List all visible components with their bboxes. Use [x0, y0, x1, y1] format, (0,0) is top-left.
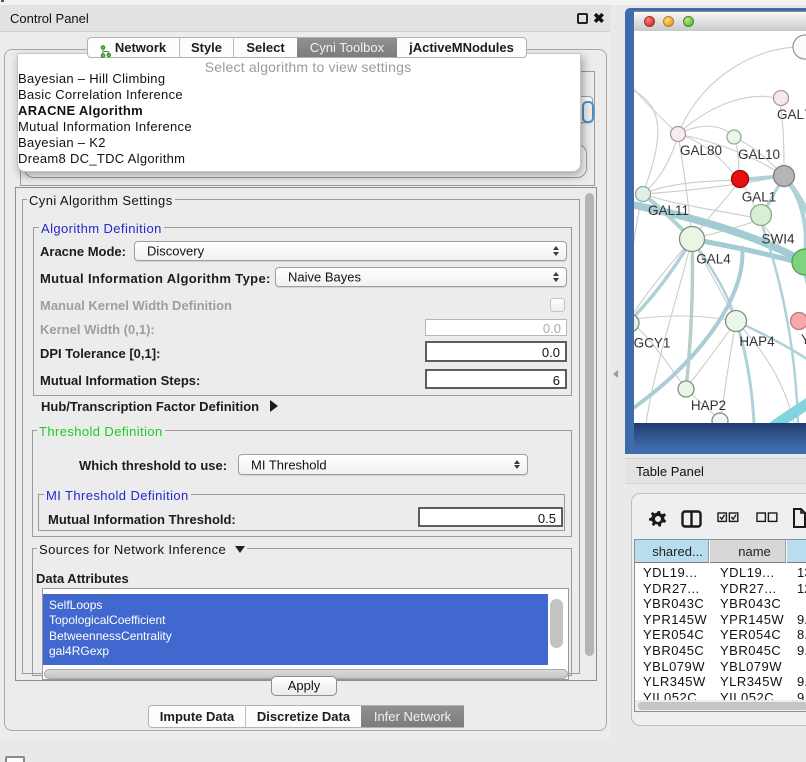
svg-text:HAP2: HAP2: [691, 398, 726, 413]
svg-text:GAL11: GAL11: [648, 203, 689, 218]
svg-text:GCY1: GCY1: [634, 336, 670, 351]
svg-text:HAP4: HAP4: [739, 334, 775, 349]
svg-text:GAL80: GAL80: [680, 143, 722, 158]
svg-text:GAL1: GAL1: [742, 190, 777, 205]
svg-text:GAL10: GAL10: [738, 147, 780, 162]
svg-text:GAL7: GAL7: [777, 107, 806, 122]
svg-text:SWI4: SWI4: [761, 232, 794, 247]
svg-text:Y: Y: [801, 332, 806, 347]
svg-text:GAL4: GAL4: [696, 252, 731, 267]
